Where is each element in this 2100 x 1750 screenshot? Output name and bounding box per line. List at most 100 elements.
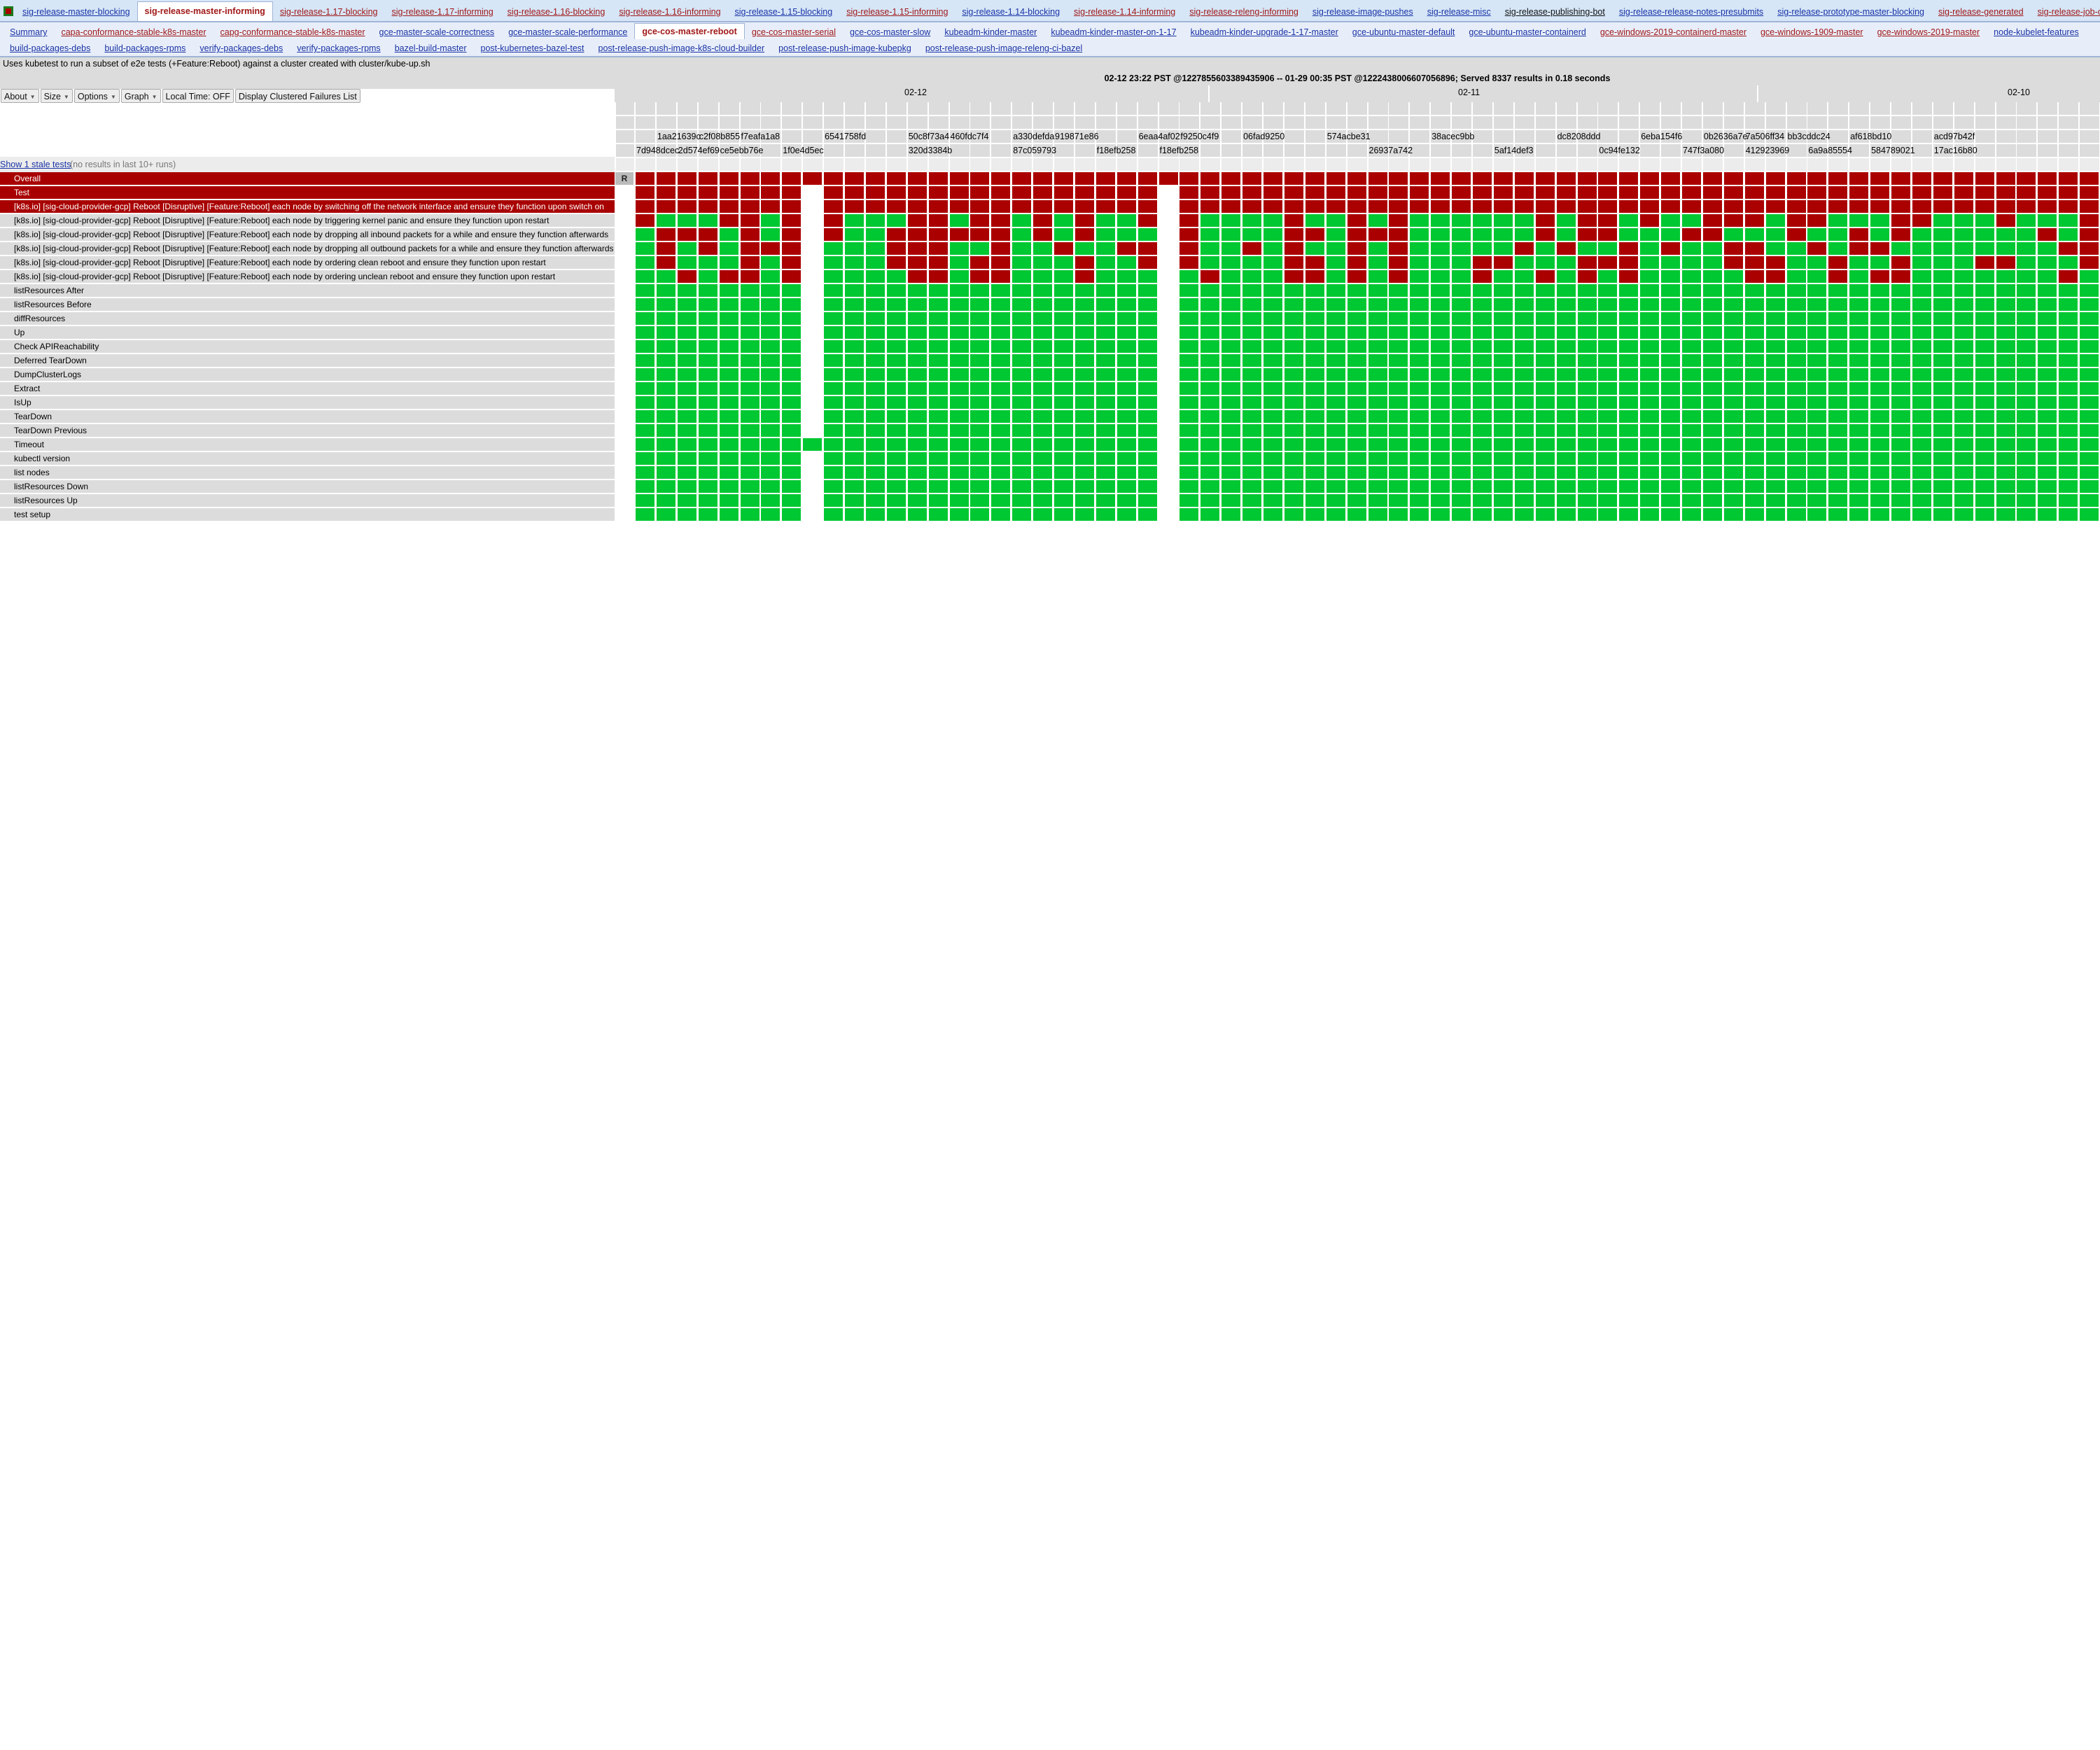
result-cell[interactable] [824, 466, 844, 479]
result-cell[interactable] [1744, 172, 1764, 185]
result-cell[interactable] [1305, 368, 1324, 381]
result-cell[interactable] [824, 200, 844, 213]
result-cell[interactable] [1180, 312, 1199, 325]
result-cell[interactable] [656, 368, 676, 381]
result-cell[interactable] [1074, 284, 1094, 297]
result-cell[interactable] [1807, 186, 1827, 199]
result-cell[interactable] [1828, 326, 1848, 339]
result-cell[interactable] [1954, 466, 1973, 479]
result-cell[interactable] [1598, 382, 1618, 395]
result-cell[interactable] [1556, 494, 1576, 507]
result-cell[interactable] [1138, 228, 1157, 241]
result-cell[interactable] [1619, 480, 1639, 493]
result-cell[interactable] [1242, 396, 1262, 409]
result-cell[interactable] [1389, 410, 1408, 423]
result-cell[interactable] [907, 312, 927, 325]
test-row-name[interactable]: [k8s.io] [sig-cloud-provider-gcp] Reboot… [0, 214, 615, 227]
result-cell[interactable] [719, 256, 738, 269]
result-cell[interactable] [1682, 368, 1701, 381]
result-cell[interactable] [1305, 172, 1324, 185]
result-cell[interactable] [1975, 480, 1994, 493]
result-cell[interactable] [1723, 256, 1743, 269]
result-cell[interactable] [1556, 214, 1576, 227]
result-cell[interactable] [1096, 494, 1115, 507]
result-cell[interactable] [2059, 214, 2078, 227]
commit-hash[interactable]: f7eafa1a8 [741, 132, 780, 141]
result-cell[interactable] [2059, 452, 2078, 465]
result-cell[interactable] [698, 438, 718, 451]
result-cell[interactable] [865, 466, 885, 479]
result-cell[interactable] [740, 396, 760, 409]
result-cell[interactable] [991, 354, 1011, 367]
result-cell[interactable] [1598, 508, 1618, 521]
result-cell[interactable] [845, 228, 864, 241]
result-cell[interactable] [949, 368, 969, 381]
result-cell[interactable] [1514, 480, 1534, 493]
result-cell[interactable] [1556, 424, 1576, 437]
result-cell[interactable] [1074, 494, 1094, 507]
result-cell[interactable] [1849, 214, 1869, 227]
result-cell[interactable] [782, 480, 802, 493]
result-cell[interactable] [1473, 298, 1492, 311]
result-cell[interactable] [1828, 298, 1848, 311]
result-cell[interactable] [1912, 354, 1931, 367]
result-cell[interactable] [1954, 312, 1973, 325]
result-cell[interactable] [636, 312, 654, 325]
result-cell[interactable] [1975, 256, 1994, 269]
result-cell[interactable] [719, 368, 738, 381]
result-cell[interactable] [677, 354, 696, 367]
result-cell[interactable] [1996, 508, 2015, 521]
result-cell[interactable] [1012, 368, 1032, 381]
result-cell[interactable] [1723, 354, 1743, 367]
result-cell[interactable] [1912, 270, 1931, 283]
result-cell[interactable] [698, 382, 718, 395]
result-cell[interactable] [698, 424, 718, 437]
result-cell[interactable] [1702, 396, 1722, 409]
result-cell[interactable] [1389, 438, 1408, 451]
result-cell[interactable] [1702, 410, 1722, 423]
result-cell[interactable] [1222, 298, 1241, 311]
result-cell[interactable] [1452, 354, 1471, 367]
result-cell[interactable] [1954, 368, 1973, 381]
result-cell[interactable] [1933, 228, 1952, 241]
result-cell[interactable] [1744, 242, 1764, 255]
result-cell[interactable] [1242, 284, 1262, 297]
result-cell[interactable] [1493, 354, 1513, 367]
result-cell[interactable] [1849, 256, 1869, 269]
commit-hash[interactable]: 7a506ff34 [1746, 132, 1784, 141]
result-cell[interactable] [1158, 312, 1178, 325]
result-cell[interactable] [2059, 424, 2078, 437]
dashboard-tab[interactable]: sig-release-job-config-errors [2031, 4, 2100, 21]
result-cell[interactable] [824, 438, 844, 451]
result-cell[interactable] [1074, 340, 1094, 353]
result-cell[interactable] [1284, 298, 1303, 311]
result-cell[interactable] [1452, 340, 1471, 353]
result-cell[interactable] [1996, 256, 2015, 269]
result-cell[interactable] [761, 228, 780, 241]
result-cell[interactable] [1702, 466, 1722, 479]
result-cell[interactable] [677, 382, 696, 395]
result-cell[interactable] [1389, 396, 1408, 409]
result-cell[interactable] [1389, 326, 1408, 339]
result-cell[interactable] [1765, 424, 1785, 437]
result-cell[interactable] [1870, 228, 1890, 241]
result-cell[interactable] [782, 438, 802, 451]
result-cell[interactable] [1431, 452, 1450, 465]
job-tab[interactable]: gce-windows-2019-containerd-master [1593, 25, 1754, 39]
result-cell[interactable] [1431, 214, 1450, 227]
result-cell[interactable] [782, 200, 802, 213]
result-cell[interactable] [1975, 382, 1994, 395]
result-cell[interactable] [1180, 396, 1199, 409]
result-cell[interactable] [1431, 242, 1450, 255]
result-cell[interactable] [1054, 172, 1073, 185]
job-tab[interactable]: gce-windows-1909-master [1754, 25, 1870, 39]
result-cell[interactable] [2038, 172, 2057, 185]
result-cell[interactable] [824, 368, 844, 381]
result-cell[interactable] [1786, 340, 1806, 353]
result-cell[interactable] [1033, 368, 1053, 381]
result-cell[interactable] [845, 396, 864, 409]
result-cell[interactable] [907, 424, 927, 437]
result-cell[interactable] [2080, 424, 2099, 437]
result-cell[interactable] [1410, 424, 1429, 437]
result-cell[interactable] [740, 228, 760, 241]
